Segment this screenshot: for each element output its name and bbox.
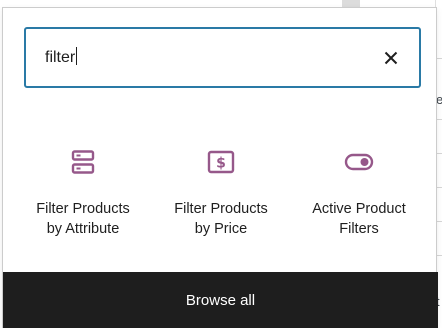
clear-search-button[interactable] bbox=[377, 44, 405, 72]
filter-price-icon: $ bbox=[207, 150, 235, 174]
search-input-value[interactable]: filter bbox=[45, 49, 75, 66]
block-search-box[interactable]: filter bbox=[24, 27, 421, 88]
text-caret bbox=[76, 47, 78, 65]
block-item-filter-by-attribute[interactable]: Filter Products by Attribute bbox=[14, 138, 152, 248]
browse-all-button[interactable]: Browse all bbox=[3, 272, 438, 328]
svg-text:$: $ bbox=[216, 156, 226, 172]
search-input[interactable]: filter bbox=[45, 46, 78, 70]
block-item-label: Filter Products by Attribute bbox=[36, 201, 130, 237]
block-results-list: Filter Products by Attribute $ Filter Pr… bbox=[3, 138, 438, 248]
toggle-filters-icon bbox=[344, 153, 374, 171]
block-item-label: Filter Products by Price bbox=[174, 201, 268, 237]
block-item-active-product-filters[interactable]: Active Product Filters bbox=[290, 138, 428, 248]
block-inserter-popover: filter Filter Products by Attribute $ Fi… bbox=[2, 7, 438, 328]
close-icon[interactable] bbox=[384, 51, 398, 65]
filter-attribute-icon bbox=[71, 150, 95, 174]
block-item-label: Active Product Filters bbox=[312, 201, 406, 237]
block-item-filter-by-price[interactable]: $ Filter Products by Price bbox=[152, 138, 290, 248]
